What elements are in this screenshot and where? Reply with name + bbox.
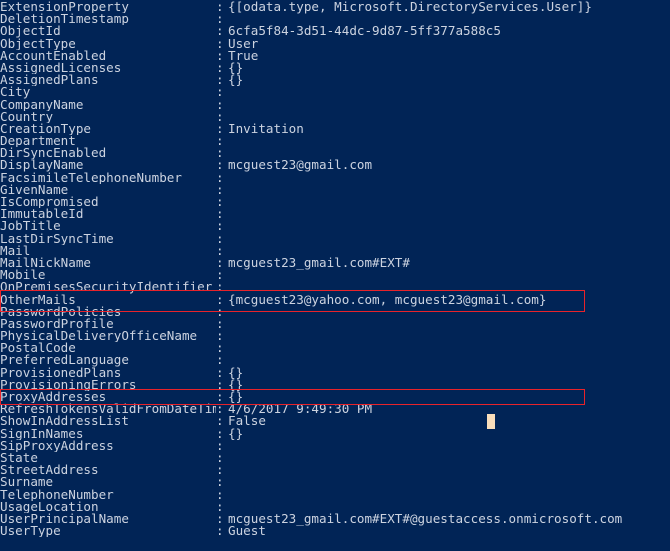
property-name: PreferredLanguage	[0, 354, 129, 367]
property-name: Country	[0, 110, 54, 123]
property-name: ProxyAddresses	[0, 391, 107, 404]
property-row: GivenName:	[0, 183, 670, 197]
property-name: DeletionTimestamp	[0, 13, 129, 26]
property-row: CreationType: Invitation	[0, 120, 670, 136]
property-row: ImmutableId:	[0, 207, 670, 221]
property-row: MailNickName: mcguest23_gmail.com#EXT#	[0, 254, 670, 270]
property-row: ExtensionProperty: {[odata.type, Microsof…	[0, 0, 670, 14]
property-row: OtherMails: {mcguest23@yahoo.com, mcguest…	[0, 291, 670, 307]
property-value: mcguest23_gmail.com#EXT#	[228, 254, 410, 270]
property-row: Department:	[0, 134, 670, 148]
property-row: Mobile:	[0, 268, 670, 282]
property-name: UserType	[0, 525, 61, 538]
property-value: mcguest23@gmail.com	[228, 157, 373, 173]
property-row: PasswordPolicies:	[0, 305, 670, 318]
property-row: Country:	[0, 110, 670, 123]
property-name: TelephoneNumber	[0, 488, 114, 501]
property-name: PasswordProfile	[0, 317, 114, 331]
property-name: PhysicalDeliveryOfficeName	[0, 330, 198, 343]
property-row: PostalCode:	[0, 341, 670, 355]
property-row: RefreshTokensValidFromDateTime: 4/6/2017 …	[0, 402, 670, 416]
property-value: Invitation	[228, 120, 304, 136]
property-row: Surname:	[0, 475, 670, 489]
property-value: {}	[228, 72, 244, 88]
property-row: AssignedLicenses:{}	[0, 61, 670, 75]
property-name: OtherMails	[0, 293, 76, 306]
property-name: OnPremisesSecurityIdentifier	[0, 281, 213, 294]
property-row: PasswordProfile:	[0, 317, 670, 331]
property-name: Department	[0, 135, 76, 148]
property-row: DisplayName: mcguest23@gmail.com	[0, 157, 670, 173]
property-row: ProvisionedPlans:{}	[0, 366, 670, 379]
property-separator: :	[216, 523, 224, 539]
property-row: JobTitle:	[0, 219, 670, 233]
property-name: GivenName	[0, 183, 69, 197]
property-row: ObjectId:6cfa5f84-3d51-44dc-9d87-5ff377a…	[0, 23, 670, 39]
property-name: AccountEnabled	[0, 49, 107, 62]
property-name: UsageLocation	[0, 500, 99, 513]
property-name: Surname	[0, 476, 54, 489]
property-value: mcguest23_gmail.com#EXT#@guestaccess.onm…	[228, 510, 623, 526]
property-name: AssignedPlans	[0, 74, 99, 87]
property-value: {}	[228, 425, 244, 441]
property-row: UserType: Guest	[0, 523, 670, 539]
property-name: ImmutableId	[0, 208, 84, 221]
property-name: PasswordPolicies	[0, 305, 122, 318]
property-value: 6cfa5f84-3d51-44dc-9d87-5ff377a588c5	[228, 23, 501, 39]
property-name: ShowInAddressList	[0, 415, 129, 428]
property-name: City	[0, 86, 31, 99]
console-output: ExtensionProperty: {[odata.type, Microsof…	[0, 0, 670, 539]
text-cursor	[487, 414, 495, 429]
property-name: LastDirSyncTime	[0, 232, 114, 245]
property-value: Guest	[228, 523, 266, 539]
property-row: SignInNames:{}	[0, 425, 670, 441]
property-row: UserPrincipalName: mcguest23_gmail.com#EX…	[0, 510, 670, 526]
property-row: IsCompromised:	[0, 195, 670, 209]
property-name: IsCompromised	[0, 196, 99, 209]
property-name: AssignedLicenses	[0, 61, 122, 75]
property-name: SignInNames	[0, 427, 84, 440]
property-row: FacsimileTelephoneNumber:	[0, 171, 670, 184]
property-name: Mail	[0, 244, 31, 257]
property-row: ShowInAddressList: False	[0, 414, 670, 428]
property-value: {[odata.type, Microsoft.DirectoryService…	[228, 0, 592, 14]
property-row: AccountEnabled: True	[0, 49, 670, 62]
property-row: PhysicalDeliveryOfficeName:	[0, 329, 670, 343]
property-row: AssignedPlans:{}	[0, 72, 670, 88]
property-name: ProvisionedPlans	[0, 366, 122, 379]
property-name: DirSyncEnabled	[0, 147, 107, 160]
property-row: ProvisioningErrors:{}	[0, 378, 670, 392]
property-row: CompanyName:	[0, 98, 670, 111]
property-name: MailNickName	[0, 256, 91, 270]
property-row: StreetAddress:	[0, 463, 670, 477]
property-row: ObjectType: User	[0, 37, 670, 50]
property-row: TelephoneNumber:	[0, 488, 670, 501]
property-row: City:	[0, 85, 670, 99]
property-name: UserPrincipalName	[0, 512, 129, 526]
property-name: ObjectId	[0, 25, 61, 38]
property-name: JobTitle	[0, 220, 61, 233]
property-row: State:	[0, 451, 670, 465]
property-name: RefreshTokensValidFromDateTime	[0, 403, 216, 416]
property-row: PreferredLanguage:	[0, 354, 670, 367]
powershell-console[interactable]: ExtensionProperty: {[odata.type, Microsof…	[0, 0, 670, 551]
property-value: {mcguest23@yahoo.com, mcguest23@gmail.co…	[228, 291, 547, 307]
property-name: ExtensionProperty	[0, 1, 129, 14]
property-name: CompanyName	[0, 98, 84, 111]
property-name: SipProxyAddress	[0, 439, 114, 452]
property-row: LastDirSyncTime:	[0, 232, 670, 245]
property-name: CreationType	[0, 122, 91, 136]
property-name: Mobile	[0, 269, 46, 282]
property-name: ProvisioningErrors	[0, 378, 137, 392]
property-name: ObjectType	[0, 37, 76, 50]
property-name: PostalCode	[0, 342, 76, 355]
property-name: FacsimileTelephoneNumber	[0, 171, 182, 184]
property-name: State	[0, 451, 38, 465]
property-name: DisplayName	[0, 159, 84, 172]
property-name: StreetAddress	[0, 464, 99, 477]
property-row: SipProxyAddress:	[0, 439, 670, 452]
